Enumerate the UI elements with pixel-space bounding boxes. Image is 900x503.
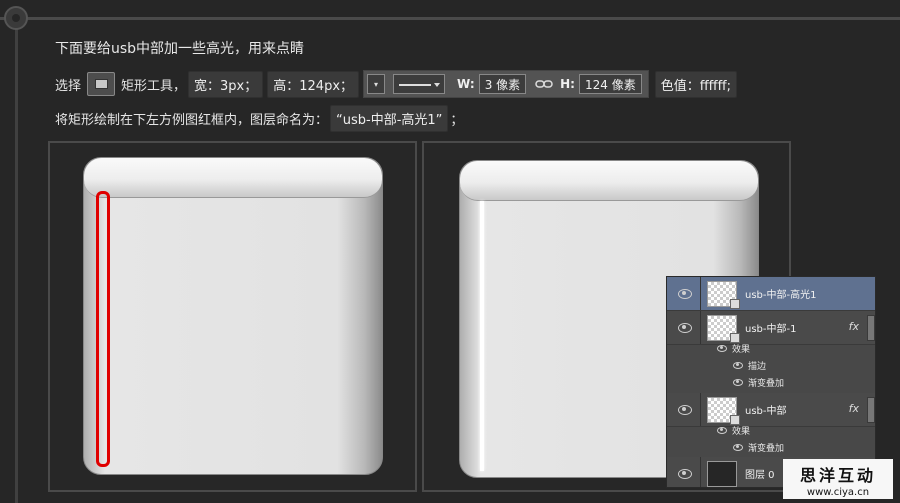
eye-icon[interactable] <box>678 322 692 333</box>
fx-icon[interactable]: fx <box>849 402 859 415</box>
width-chip: 宽：3px； <box>188 70 264 98</box>
select-label: 选择 <box>55 78 82 94</box>
effects-toggle[interactable] <box>867 315 875 341</box>
instruction-layer-row: 将矩形绘制在下左方例图红框内，图层命名为： “usb-中部-高光1” ； <box>55 104 464 132</box>
fx-icon[interactable]: fx <box>849 320 859 333</box>
layer-name[interactable]: 图层 0 <box>745 466 775 481</box>
eye-icon[interactable] <box>678 404 692 415</box>
layer-name[interactable]: usb-中部-1 <box>745 320 796 335</box>
effect-gradient-row: 渐变叠加 <box>667 374 875 391</box>
highlight-target-box <box>96 191 110 467</box>
effects-row: 效果 <box>667 340 875 357</box>
stroke-style-dropdown[interactable] <box>393 74 446 94</box>
layer-instruction-text: 将矩形绘制在下左方例图红框内，图层命名为： <box>55 112 329 128</box>
layer-row-highlight[interactable]: usb-中部-高光1 <box>667 277 875 311</box>
eye-icon[interactable] <box>678 288 692 299</box>
watermark-url: www.ciya.cn <box>806 487 870 498</box>
fill-dropdown-icon[interactable]: ▾ <box>367 74 386 94</box>
rectangle-tool-icon[interactable] <box>87 72 116 96</box>
layer-thumbnail <box>707 314 740 343</box>
shape-options-bar: ▾ W: 3 像素 H: 124 像素 <box>363 70 649 98</box>
layer-link-icon <box>730 298 740 309</box>
layers-panel: usb-中部-高光1 usb-中部-1 fx 效果 描边 渐变叠加 usb-中部… <box>666 276 876 488</box>
effects-label: 效果 <box>732 427 751 437</box>
h-input[interactable]: 124 像素 <box>578 74 642 94</box>
link-icon[interactable] <box>534 79 554 89</box>
usb-cap <box>84 158 382 198</box>
top-divider <box>0 17 900 20</box>
timeline-line <box>15 20 18 503</box>
example-frame-before <box>48 141 417 492</box>
effect-stroke-label: 描边 <box>748 362 767 372</box>
watermark-logo: 思洋互动 www.ciya.cn <box>783 459 893 499</box>
effects-label: 效果 <box>732 345 751 355</box>
eye-icon[interactable] <box>717 345 727 352</box>
layer-thumbnail <box>707 280 740 309</box>
watermark-title: 思洋互动 <box>799 466 876 485</box>
tool-label: 矩形工具， <box>121 78 187 94</box>
w-label: W: <box>457 77 475 91</box>
usb-body <box>83 157 383 475</box>
eye-icon[interactable] <box>678 468 692 479</box>
w-input[interactable]: 3 像素 <box>478 74 527 94</box>
layer-instruction-end: ； <box>450 112 464 128</box>
instruction-tool-row: 选择 矩形工具， 宽：3px； 高：124px； ▾ W: 3 像素 H: 12… <box>55 70 739 98</box>
divider <box>700 277 701 310</box>
eye-icon[interactable] <box>733 444 743 451</box>
height-chip: 高：124px； <box>267 70 360 98</box>
color-chip: 色值：ffffff; <box>654 70 737 98</box>
eye-icon[interactable] <box>717 427 727 434</box>
layer-thumbnail <box>707 396 740 425</box>
usb-cap <box>460 161 758 201</box>
effect-gradient-label: 渐变叠加 <box>748 379 785 389</box>
timeline-dot-icon <box>4 6 28 30</box>
effect-gradient-label: 渐变叠加 <box>748 444 785 454</box>
layer-name-chip: “usb-中部-高光1” <box>330 104 449 132</box>
effects-toggle[interactable] <box>867 397 875 423</box>
layer-name[interactable]: usb-中部-高光1 <box>745 286 816 301</box>
effect-gradient-row: 渐变叠加 <box>667 439 875 456</box>
divider <box>700 457 701 487</box>
effect-stroke-row: 描边 <box>667 357 875 374</box>
instruction-heading: 下面要给usb中部加一些高光，用来点睛 <box>55 41 305 57</box>
layer-thumbnail <box>707 460 737 487</box>
effects-row: 效果 <box>667 422 875 439</box>
eye-icon[interactable] <box>733 379 743 386</box>
h-label: H: <box>560 77 575 91</box>
layer-name[interactable]: usb-中部 <box>745 402 787 417</box>
eye-icon[interactable] <box>733 362 743 369</box>
usb-highlight-stripe <box>480 201 484 471</box>
